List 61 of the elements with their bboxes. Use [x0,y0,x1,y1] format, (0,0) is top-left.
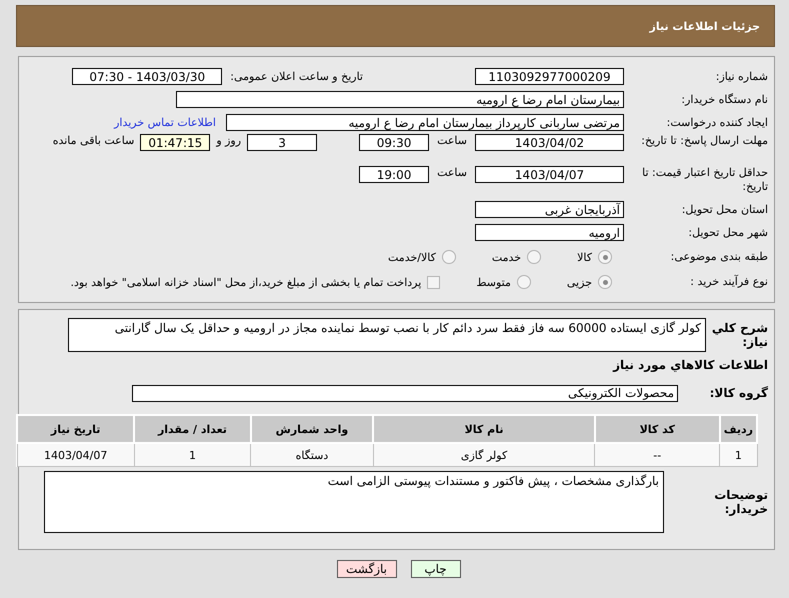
radio-label: کالا/خدمت [388,250,436,264]
field-label: ساعت باقی مانده [52,134,134,147]
column-header: رديف [720,415,757,443]
radio-label: متوسط [476,276,511,288]
input-field[interactable]: 1403/04/07 [475,166,624,183]
column-header: تعداد / مقدار [134,415,251,443]
section-title: اطلاعات کالاهاي مورد نياز [613,358,768,372]
input-field[interactable]: 09:30 [359,134,430,151]
field-label: تاریخ و ساعت اعلان عمومی: [230,70,363,83]
table-cell: 1403/04/07 [17,443,134,466]
checkbox-label: پرداخت تمام یا بخشی از مبلغ خرید،از محل "اسناد خزانه اسلامی" خواهد بود. [70,276,422,288]
field-label: شهر محل تحویل: [687,226,768,240]
field-label: ساعت [437,134,467,147]
field-label: نام دستگاه خریدار: [680,92,768,106]
table-cell: -- [594,443,720,466]
table-cell: 1 [720,443,757,466]
radio-button[interactable] [598,275,612,289]
print-button[interactable]: چاپ [410,560,460,578]
input-field[interactable]: 3 [247,134,318,151]
input-field[interactable]: مرتضی ساربانی کارپرداز بیمارستان امام رضا ع ارومیه [226,114,624,131]
radio-button[interactable] [598,250,612,264]
input-field[interactable]: ارومیه [475,224,624,241]
column-header: تاریخ نیاز [17,415,134,443]
field-label: استان محل تحویل: [680,202,768,216]
field-label: حداقل تاریخ اعتبار قیمت: تا تاریخ: [641,166,768,194]
checkbox[interactable] [427,276,440,288]
field-label: ساعت [437,166,467,179]
input-field[interactable]: بیمارستان امام رضا ع ارومیه [176,91,624,108]
back-button[interactable]: بازگشت [336,560,396,578]
notes-field[interactable]: بارگذاری مشخصات ، پیش فاکتور و مستندات پیوستی الزامی است [44,471,664,533]
input-field[interactable]: محصولات الکترونیکی [132,384,678,402]
field-label: ایجاد کننده درخواست: [666,116,768,130]
page-title: جزئیات اطلاعات نیاز [650,20,760,32]
field-label: شرح کلي نياز: [710,321,768,349]
input-field[interactable]: آذربایجان غربی [475,201,624,218]
field-label: شماره نیاز: [714,70,768,84]
field-label: نوع فرآیند خرید : [689,275,768,289]
radio-label: خدمت [492,250,522,264]
field-label: مهلت ارسال پاسخ: تا تاریخ: [640,134,768,148]
radio-button[interactable] [516,275,531,289]
column-header: واحد شمارش [250,415,374,443]
table-cell: دستگاه [250,443,374,466]
input-field[interactable]: 01:47:15 [140,134,210,151]
field-label: توضیحات خریدار: [713,488,768,516]
input-field[interactable]: 1403/04/02 [475,134,624,151]
table-cell: کولر گازی [373,443,595,466]
radio-label: جزیی [566,276,592,288]
contact-link[interactable]: اطلاعات تماس خریدار [114,116,216,129]
field-label: روز و [216,134,242,147]
input-field[interactable]: 1103092977000209 [475,68,624,85]
column-header: کد کالا [594,415,720,443]
radio-button[interactable] [442,250,456,264]
radio-button[interactable] [527,250,542,264]
input-field[interactable]: 19:00 [359,166,430,183]
field-label: گروه کالا: [708,386,768,400]
field-label: طبقه بندی موضوعی: [670,250,768,264]
input-field[interactable]: 1403/03/30 - 07:30 [72,68,222,85]
radio-label: کالا [577,250,592,264]
column-header: نام کالا [373,415,595,443]
description-field[interactable]: کولر گازی ایستاده 60000 سه فاز فقط سرد دائم کار با نصب توسط نماینده مجاز در ارومیه و حداقل یک سال گارانتی [68,318,706,352]
table-cell: 1 [134,443,251,466]
